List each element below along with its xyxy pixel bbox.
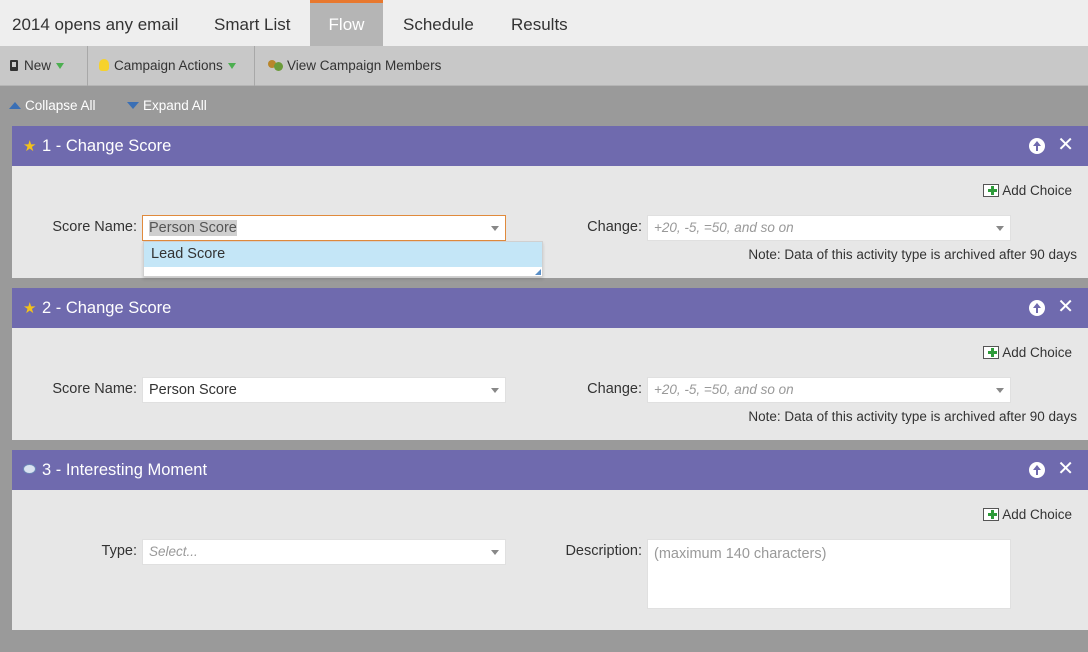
star-icon: ★ — [23, 300, 37, 317]
archive-note: Note: Data of this activity type is arch… — [748, 247, 1077, 262]
dropdown-arrow-icon — [227, 63, 236, 70]
chevron-down-icon — [491, 226, 499, 231]
step-header[interactable]: 3 - Interesting Moment ✕ — [12, 450, 1088, 490]
description-label: Description: — [565, 543, 642, 559]
add-choice-icon — [983, 184, 1000, 197]
score-name-label: Score Name: — [52, 381, 137, 397]
dropdown-option-lead-score[interactable]: Lead Score — [144, 242, 542, 267]
flow-step-3: 3 - Interesting Moment ✕ Add Choice Type… — [12, 450, 1088, 630]
chevron-down-icon — [996, 388, 1004, 393]
expand-icon — [127, 102, 139, 109]
add-choice-button[interactable]: Add Choice — [983, 507, 1072, 522]
type-placeholder: Select... — [149, 544, 198, 559]
step-title: 2 - Change Score — [42, 299, 172, 317]
lightbulb-icon — [99, 59, 109, 71]
score-name-value: Person Score — [149, 220, 237, 236]
tab-smart-list[interactable]: Smart List — [214, 0, 291, 46]
toolbar-divider — [87, 46, 88, 86]
tab-results[interactable]: Results — [511, 0, 568, 46]
speech-bubble-icon — [23, 464, 36, 474]
campaign-actions-label: Campaign Actions — [114, 58, 223, 73]
flow-step-1: ★ 1 - Change Score ✕ Add Choice Score Na… — [12, 126, 1088, 278]
change-label: Change: — [587, 219, 642, 235]
collapse-icon — [9, 102, 21, 109]
new-menu-button[interactable]: New — [10, 46, 65, 86]
archive-note: Note: Data of this activity type is arch… — [748, 409, 1077, 424]
score-name-label: Score Name: — [52, 219, 137, 235]
dropdown-arrow-icon — [56, 63, 65, 70]
chevron-down-icon — [491, 388, 499, 393]
toolbar: New Campaign Actions View Campaign Membe… — [0, 46, 1088, 86]
view-members-label: View Campaign Members — [287, 58, 442, 73]
view-campaign-members-button[interactable]: View Campaign Members — [268, 46, 441, 86]
chevron-down-icon — [996, 226, 1004, 231]
move-up-icon[interactable] — [1029, 462, 1045, 478]
collapse-all-label: Collapse All — [25, 98, 96, 113]
change-label: Change: — [587, 381, 642, 397]
canvas-background — [0, 630, 1088, 652]
people-icon — [268, 59, 284, 72]
close-icon[interactable]: ✕ — [1057, 297, 1074, 317]
collapse-all-button[interactable]: Collapse All — [9, 87, 96, 125]
add-choice-label: Add Choice — [1002, 507, 1072, 522]
add-choice-button[interactable]: Add Choice — [983, 345, 1072, 360]
flow-step-2: ★ 2 - Change Score ✕ Add Choice Score Na… — [12, 288, 1088, 440]
add-choice-button[interactable]: Add Choice — [983, 183, 1072, 198]
collapse-bar: Collapse All Expand All — [0, 87, 1088, 125]
score-name-select[interactable]: Person Score — [142, 215, 506, 241]
change-input[interactable]: +20, -5, =50, and so on — [647, 377, 1011, 403]
change-input[interactable]: +20, -5, =50, and so on — [647, 215, 1011, 241]
type-label: Type: — [101, 543, 137, 559]
add-choice-label: Add Choice — [1002, 183, 1072, 198]
step-header[interactable]: ★ 2 - Change Score ✕ — [12, 288, 1088, 328]
move-up-icon[interactable] — [1029, 138, 1045, 154]
score-name-dropdown: Lead Score — [143, 241, 543, 277]
new-label: New — [24, 58, 52, 73]
add-choice-label: Add Choice — [1002, 345, 1072, 360]
tab-bar: 2014 opens any email Smart List Flow Sch… — [0, 0, 1088, 46]
expand-all-button[interactable]: Expand All — [127, 87, 207, 125]
tab-flow[interactable]: Flow — [310, 0, 383, 46]
chevron-down-icon — [491, 550, 499, 555]
star-icon: ★ — [23, 138, 37, 155]
score-name-value: Person Score — [149, 382, 237, 398]
close-icon[interactable]: ✕ — [1057, 135, 1074, 155]
add-choice-icon — [983, 508, 1000, 521]
campaign-title: 2014 opens any email — [12, 15, 179, 34]
toolbar-divider — [254, 46, 255, 86]
campaign-actions-button[interactable]: Campaign Actions — [99, 46, 236, 86]
change-placeholder: +20, -5, =50, and so on — [654, 382, 794, 397]
description-placeholder: (maximum 140 characters) — [654, 546, 827, 562]
score-name-select[interactable]: Person Score — [142, 377, 506, 403]
type-select[interactable]: Select... — [142, 539, 506, 565]
step-header[interactable]: ★ 1 - Change Score ✕ — [12, 126, 1088, 166]
description-textarea[interactable]: (maximum 140 characters) — [647, 539, 1011, 609]
resize-handle-icon[interactable] — [535, 269, 541, 275]
document-icon — [10, 60, 18, 71]
add-choice-icon — [983, 346, 1000, 359]
step-title: 1 - Change Score — [42, 137, 172, 155]
step-title: 3 - Interesting Moment — [42, 461, 208, 479]
tab-schedule[interactable]: Schedule — [403, 0, 474, 46]
expand-all-label: Expand All — [143, 98, 207, 113]
close-icon[interactable]: ✕ — [1057, 459, 1074, 479]
change-placeholder: +20, -5, =50, and so on — [654, 220, 794, 235]
move-up-icon[interactable] — [1029, 300, 1045, 316]
